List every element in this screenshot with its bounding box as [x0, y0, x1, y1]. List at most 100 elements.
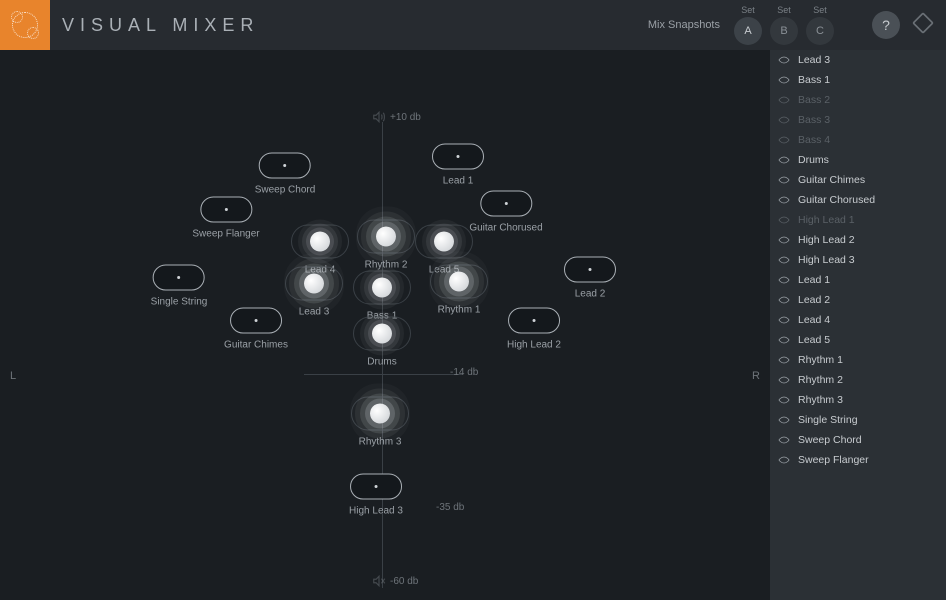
node-puck[interactable]	[350, 474, 402, 500]
node-puck[interactable]	[259, 153, 311, 179]
mixer-node-lead-1[interactable]: Lead 1	[432, 144, 484, 187]
mixer-node-drums[interactable]: Drums	[353, 317, 411, 368]
node-puck[interactable]	[430, 265, 488, 299]
settings-icon[interactable]	[910, 10, 936, 41]
visibility-toggle-icon[interactable]	[778, 114, 790, 126]
help-button[interactable]: ?	[872, 11, 900, 39]
track-row[interactable]: Rhythm 2	[770, 370, 946, 390]
visibility-toggle-icon[interactable]	[778, 334, 790, 346]
track-label: Rhythm 2	[798, 374, 843, 386]
mixer-node-high-lead-3[interactable]: High Lead 3	[349, 474, 403, 517]
mixer-node-rhythm-3[interactable]: Rhythm 3	[351, 397, 409, 448]
visibility-toggle-icon[interactable]	[778, 254, 790, 266]
node-puck[interactable]	[480, 191, 532, 217]
track-row[interactable]: Sweep Chord	[770, 430, 946, 450]
track-label: Lead 1	[798, 274, 830, 286]
node-label: Lead 2	[575, 289, 606, 300]
track-label: High Lead 2	[798, 234, 855, 246]
mixer-node-guitar-chimes[interactable]: Guitar Chimes	[224, 308, 288, 351]
track-row[interactable]: Bass 4	[770, 130, 946, 150]
track-row[interactable]: Guitar Chimes	[770, 170, 946, 190]
mixer-node-bass-1[interactable]: Bass 1	[353, 271, 411, 322]
visibility-toggle-icon[interactable]	[778, 154, 790, 166]
track-label: Single String	[798, 414, 858, 426]
track-row[interactable]: Lead 2	[770, 290, 946, 310]
visibility-toggle-icon[interactable]	[778, 134, 790, 146]
track-row[interactable]: Single String	[770, 410, 946, 430]
pan-right-label: R	[752, 370, 760, 382]
db-label-bottom: -60 db	[372, 574, 418, 588]
track-row[interactable]: Bass 2	[770, 90, 946, 110]
mixer-node-sweep-chord[interactable]: Sweep Chord	[255, 153, 316, 196]
node-puck[interactable]	[353, 317, 411, 351]
mixer-node-rhythm-1[interactable]: Rhythm 1	[430, 265, 488, 316]
node-puck[interactable]	[508, 308, 560, 334]
visibility-toggle-icon[interactable]	[778, 94, 790, 106]
track-row[interactable]: High Lead 1	[770, 210, 946, 230]
node-puck[interactable]	[357, 220, 415, 254]
node-label: Rhythm 3	[359, 437, 402, 448]
snapshot-set-label: Set	[741, 5, 755, 15]
node-puck[interactable]	[230, 308, 282, 334]
track-row[interactable]: Lead 4	[770, 310, 946, 330]
visibility-toggle-icon[interactable]	[778, 214, 790, 226]
visibility-toggle-icon[interactable]	[778, 174, 790, 186]
mixer-node-high-lead-2[interactable]: High Lead 2	[507, 308, 561, 351]
track-row[interactable]: High Lead 3	[770, 250, 946, 270]
db-label-mid: -14 db	[450, 367, 478, 378]
track-row[interactable]: Lead 3	[770, 50, 946, 70]
track-row[interactable]: Rhythm 3	[770, 390, 946, 410]
node-puck[interactable]	[200, 197, 252, 223]
track-label: High Lead 1	[798, 214, 855, 226]
visibility-toggle-icon[interactable]	[778, 194, 790, 206]
snapshot-letter[interactable]: C	[806, 17, 834, 45]
track-row[interactable]: Drums	[770, 150, 946, 170]
node-puck[interactable]	[351, 397, 409, 431]
node-label: High Lead 2	[507, 340, 561, 351]
visibility-toggle-icon[interactable]	[778, 74, 790, 86]
snapshot-a[interactable]: Set A	[734, 5, 762, 45]
snapshot-set-label: Set	[813, 5, 827, 15]
visibility-toggle-icon[interactable]	[778, 394, 790, 406]
visibility-toggle-icon[interactable]	[778, 434, 790, 446]
track-label: Rhythm 3	[798, 394, 843, 406]
track-row[interactable]: Bass 1	[770, 70, 946, 90]
snapshot-c[interactable]: Set C	[806, 5, 834, 45]
node-puck[interactable]	[415, 225, 473, 259]
mixer-stage[interactable]: +10 db -14 db -35 db -60 db L R Sweep Ch…	[0, 50, 770, 600]
node-puck[interactable]	[153, 265, 205, 291]
node-puck[interactable]	[285, 267, 343, 301]
visibility-toggle-icon[interactable]	[778, 414, 790, 426]
track-row[interactable]: High Lead 2	[770, 230, 946, 250]
mixer-node-lead-3[interactable]: Lead 3	[285, 267, 343, 318]
snapshot-letter[interactable]: A	[734, 17, 762, 45]
track-row[interactable]: Bass 3	[770, 110, 946, 130]
node-label: High Lead 3	[349, 506, 403, 517]
track-label: Bass 1	[798, 74, 830, 86]
snapshot-letter[interactable]: B	[770, 17, 798, 45]
visibility-toggle-icon[interactable]	[778, 374, 790, 386]
visibility-toggle-icon[interactable]	[778, 54, 790, 66]
visibility-toggle-icon[interactable]	[778, 354, 790, 366]
visibility-toggle-icon[interactable]	[778, 234, 790, 246]
mixer-node-guitar-chorused[interactable]: Guitar Chorused	[469, 191, 542, 234]
visibility-toggle-icon[interactable]	[778, 454, 790, 466]
mixer-node-lead-2[interactable]: Lead 2	[564, 257, 616, 300]
track-row[interactable]: Sweep Flanger	[770, 450, 946, 470]
node-puck[interactable]	[353, 271, 411, 305]
track-list[interactable]: Lead 3Bass 1Bass 2Bass 3Bass 4DrumsGuita…	[770, 50, 946, 600]
mixer-node-sweep-flanger[interactable]: Sweep Flanger	[192, 197, 259, 240]
node-puck[interactable]	[564, 257, 616, 283]
mixer-node-single-string[interactable]: Single String	[151, 265, 208, 308]
track-row[interactable]: Guitar Chorused	[770, 190, 946, 210]
track-row[interactable]: Rhythm 1	[770, 350, 946, 370]
visibility-toggle-icon[interactable]	[778, 294, 790, 306]
snapshot-b[interactable]: SetB	[770, 5, 798, 45]
visibility-toggle-icon[interactable]	[778, 274, 790, 286]
track-row[interactable]: Lead 1	[770, 270, 946, 290]
mixer-node-rhythm-2[interactable]: Rhythm 2	[357, 220, 415, 271]
track-row[interactable]: Lead 5	[770, 330, 946, 350]
visibility-toggle-icon[interactable]	[778, 314, 790, 326]
node-puck[interactable]	[432, 144, 484, 170]
node-puck[interactable]	[291, 225, 349, 259]
